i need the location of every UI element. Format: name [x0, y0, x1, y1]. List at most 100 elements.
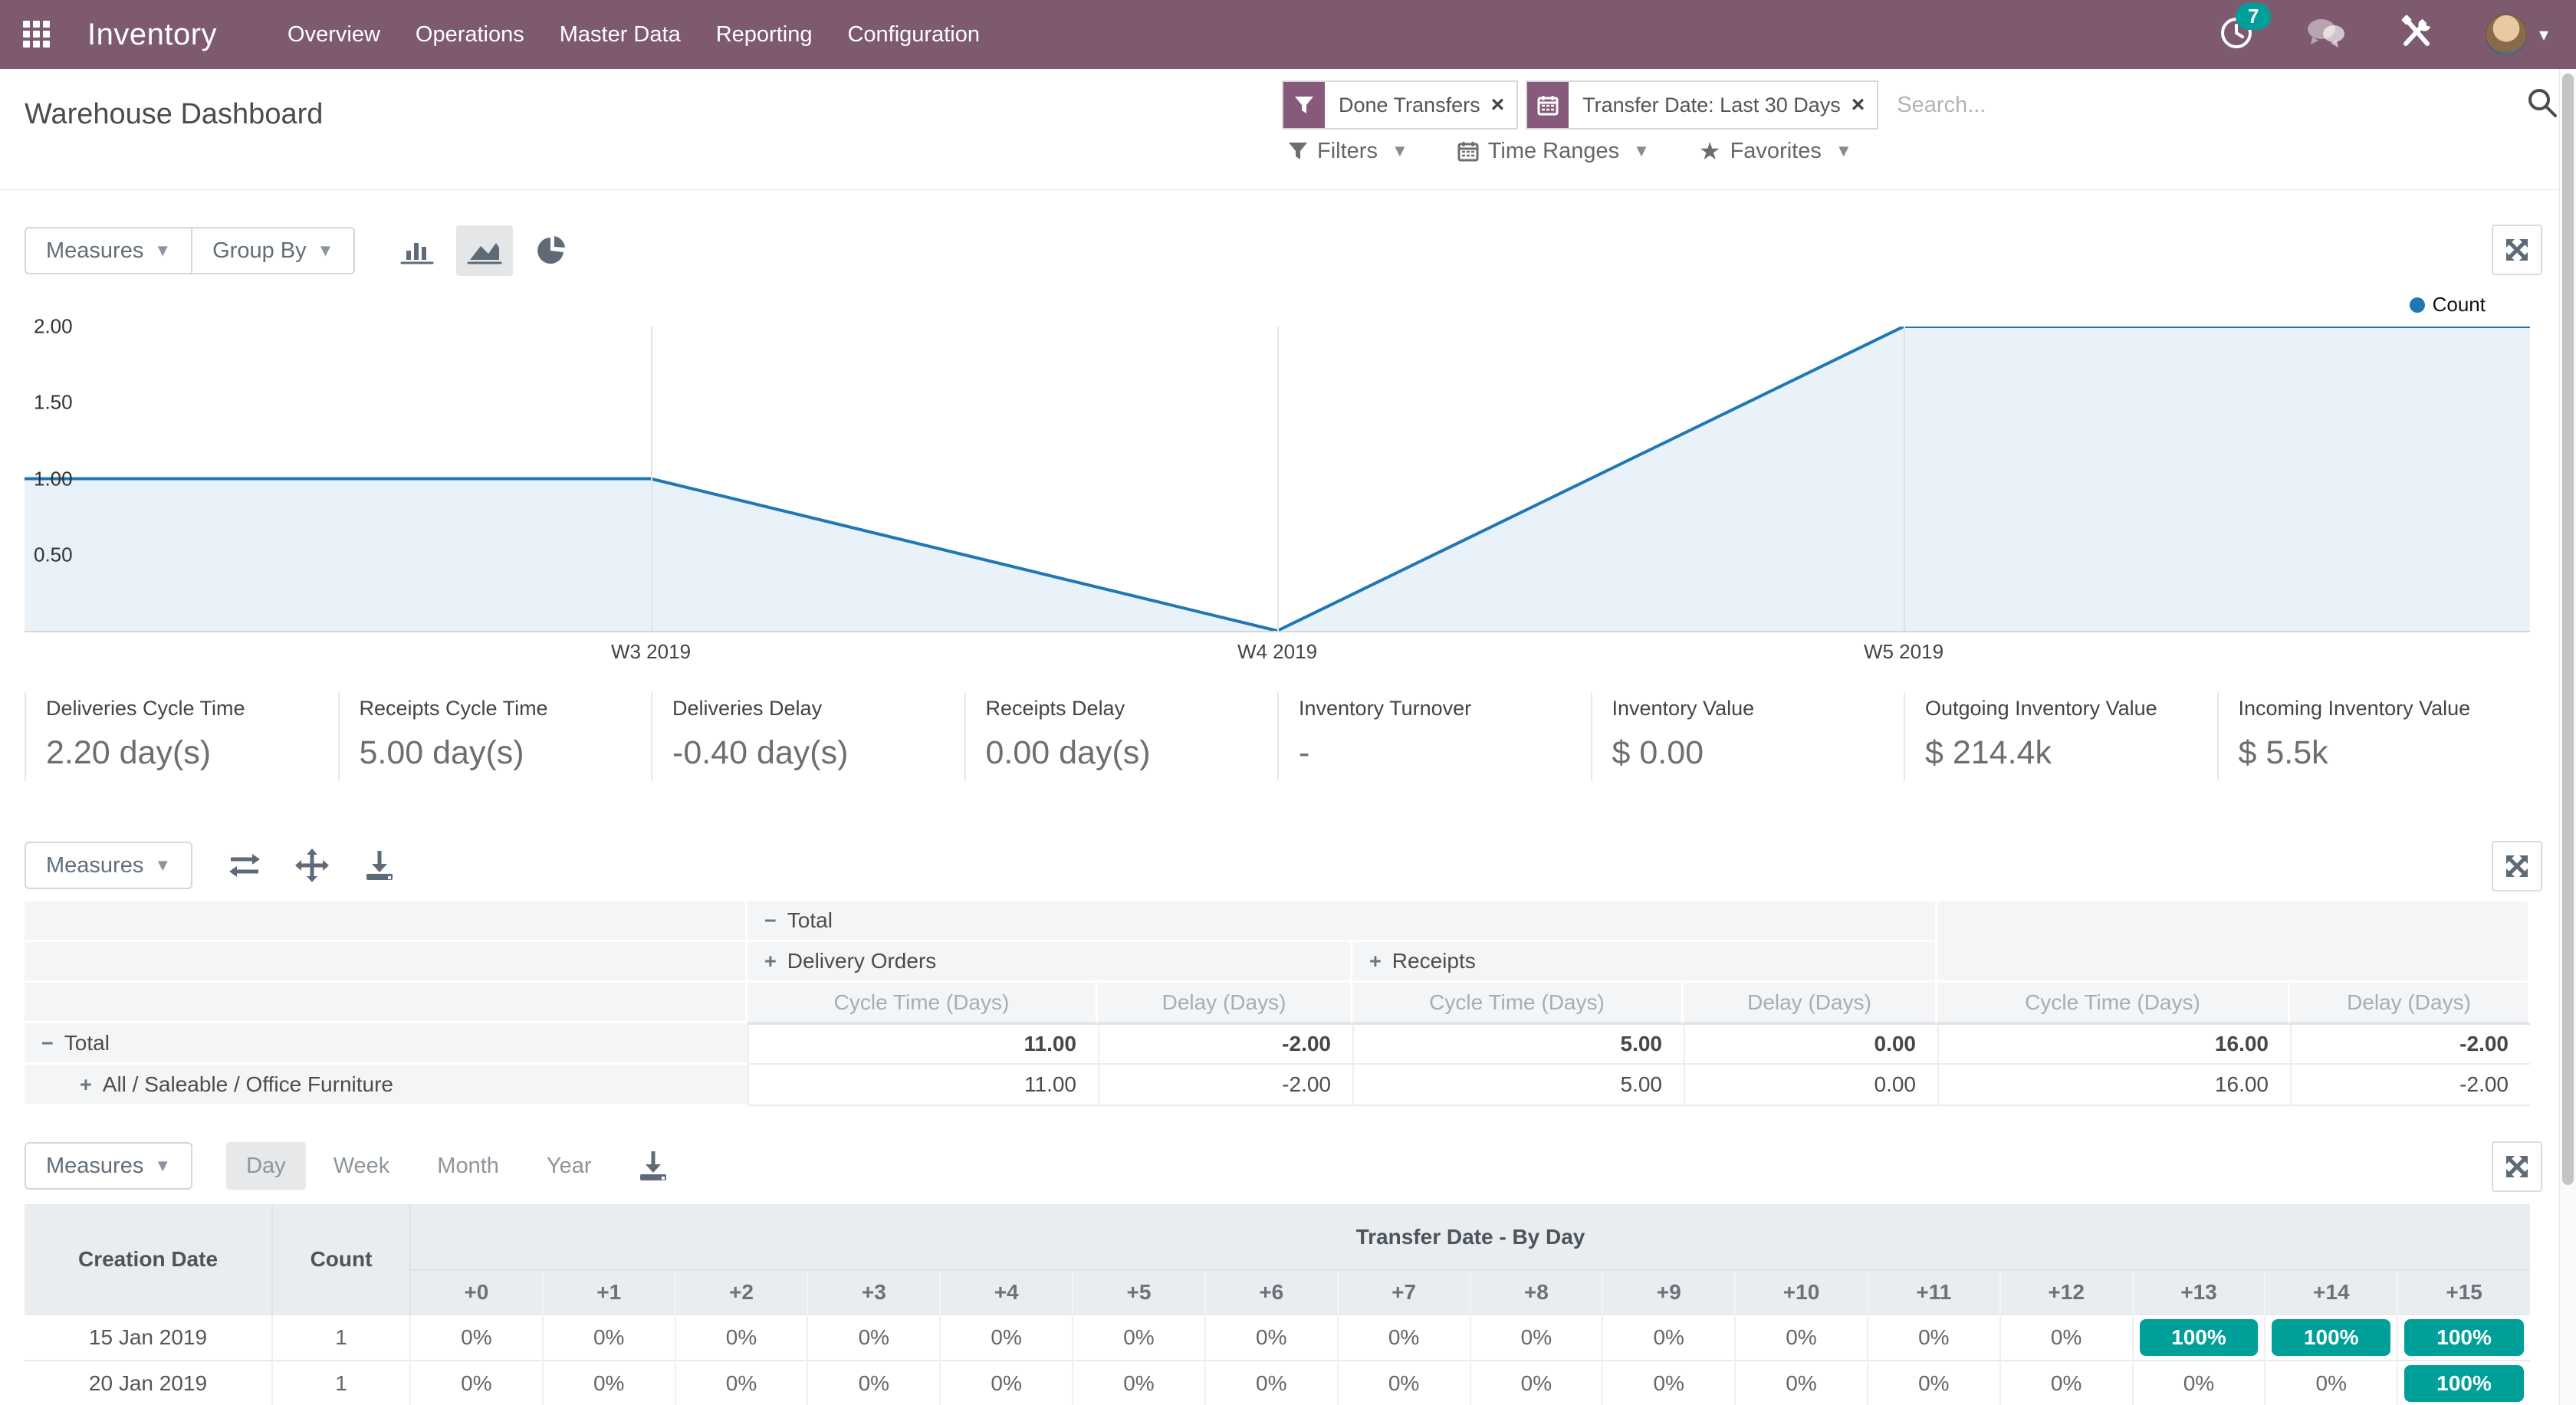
expand-icon: + [1369, 950, 1382, 973]
pivot-measure-header[interactable]: Delay (Days) [1098, 983, 1352, 1023]
pivot-measure-header[interactable]: Cycle Time (Days) [1352, 983, 1684, 1023]
pivot-measure-header[interactable]: Delay (Days) [2290, 983, 2530, 1023]
expand-icon: + [764, 950, 777, 973]
kpi-card-inventory-turnover[interactable]: Inventory Turnover - [1277, 692, 1591, 781]
pivot-table: − Total + Delivery Orders + Receipts Cycle Tim… [25, 901, 2530, 1106]
kpi-card-inventory-value[interactable]: Inventory Value $ 0.00 [1590, 692, 1904, 781]
cohort-cell: 100% [2131, 1314, 2266, 1361]
nav-item-overview[interactable]: Overview [288, 22, 380, 48]
pivot-row-label: Total [64, 1030, 110, 1055]
interval-button-week[interactable]: Week [314, 1142, 410, 1190]
nav-item-configuration[interactable]: Configuration [847, 22, 980, 48]
expand-icon [2506, 1156, 2528, 1177]
pivot-cell: -2.00 [2290, 1023, 2530, 1065]
cohort-tbody: 15 Jan 2019 1 0% 0% 0% 0% 0% 0% 0% 0% 0% 0% 0% 0% 0% 10… [25, 1314, 2530, 1405]
cohort-cell: 0% [939, 1314, 1073, 1361]
kpi-card-incoming-inventory-value[interactable]: Incoming Inventory Value $ 5.5k [2216, 692, 2531, 781]
facet-remove-icon[interactable]: × [1491, 82, 1517, 128]
cohort-cell: 100% [2397, 1360, 2530, 1405]
flip-axis-icon[interactable] [225, 845, 264, 885]
pivot-expand-button[interactable] [2492, 841, 2542, 891]
cohort-highlight-chip[interactable]: 100% [2404, 1365, 2524, 1402]
filter-dropdowns: Filters ▼ Time Ranges ▼ ★ Favorites ▼ [1288, 136, 1852, 166]
pivot-cell: 5.00 [1352, 1023, 1684, 1065]
chart-gridline [1904, 327, 1905, 631]
nav-item-master-data[interactable]: Master Data [560, 22, 681, 48]
cohort-count-cell: 1 [271, 1360, 410, 1405]
graph-expand-button[interactable] [2492, 225, 2542, 275]
nav-item-operations[interactable]: Operations [416, 22, 524, 48]
chart-legend[interactable]: Count [2409, 293, 2486, 317]
search-input[interactable] [1897, 92, 2509, 118]
pivot-header-label: Delivery Orders [787, 949, 937, 973]
filter-icon [1289, 143, 1307, 159]
pivot-row-label: All / Saleable / Office Furniture [102, 1072, 393, 1096]
interval-buttons: Day Week Month Year [226, 1142, 611, 1190]
bar-chart-icon[interactable] [389, 225, 445, 276]
y-axis-label: 1.50 [34, 390, 73, 414]
legend-label: Count [2432, 293, 2486, 316]
pie-chart-icon[interactable] [524, 225, 580, 276]
cohort-cell: 0% [1469, 1360, 1603, 1405]
cohort-offset-header: +11 [1866, 1270, 2000, 1315]
graph-toolbar: Measures ▼ Group By ▼ [25, 225, 580, 276]
activity-menu[interactable]: 7 [2219, 2, 2272, 54]
pivot-header-receipts[interactable]: + Receipts [1352, 942, 1937, 983]
kpi-card-outgoing-inventory-value[interactable]: Outgoing Inventory Value $ 214.4k [1904, 692, 2217, 781]
pivot-tbody: − Total 11.00 -2.00 5.00 0.00 16.00 -2.00 + All /… [25, 1023, 2530, 1106]
facet-remove-icon[interactable]: × [1852, 82, 1878, 128]
kpi-card-deliveries-cycle-time[interactable]: Deliveries Cycle Time 2.20 day(s) [25, 692, 338, 781]
kpi-label: Incoming Inventory Value [2238, 697, 2471, 720]
debug-tools-menu[interactable] [2398, 15, 2435, 55]
cohort-offset-header: +5 [1072, 1270, 1205, 1315]
cohort-expand-button[interactable] [2492, 1141, 2542, 1192]
tools-icon [2401, 15, 2430, 46]
area-chart[interactable]: W3 2019 W4 2019 W5 2019 2.00 1.50 1.00 0.50 [25, 315, 2530, 663]
messages-menu[interactable] [2305, 15, 2348, 54]
apps-grid-icon[interactable] [23, 21, 51, 48]
kpi-card-receipts-cycle-time[interactable]: Receipts Cycle Time 5.00 day(s) [337, 692, 652, 781]
kpi-card-receipts-delay[interactable]: Receipts Delay 0.00 day(s) [964, 692, 1278, 781]
nav-item-reporting[interactable]: Reporting [716, 22, 813, 48]
facet-label: Transfer Date: Last 30 Days [1582, 93, 1841, 117]
interval-button-day[interactable]: Day [226, 1142, 306, 1190]
cohort-highlight-chip[interactable]: 100% [2272, 1319, 2391, 1356]
control-panel: Warehouse Dashboard Done Transfers × Tra… [0, 69, 2576, 190]
cohort-measures-button[interactable]: Measures ▼ [25, 1142, 193, 1190]
interval-button-month[interactable]: Month [417, 1142, 519, 1190]
search-icon[interactable] [2525, 86, 2559, 123]
y-axis-label: 0.50 [34, 543, 73, 566]
cohort-cell: 0% [1866, 1314, 2000, 1361]
filters-dropdown[interactable]: Filters ▼ [1288, 139, 1408, 164]
area-chart-icon[interactable] [456, 225, 514, 276]
pivot-measure-header[interactable]: Cycle Time (Days) [1937, 983, 2290, 1023]
cohort-highlight-chip[interactable]: 100% [2404, 1319, 2524, 1356]
cohort-offset-header: +4 [939, 1270, 1073, 1315]
kpi-card-deliveries-delay[interactable]: Deliveries Delay -0.40 day(s) [651, 692, 964, 781]
download-icon[interactable] [633, 1146, 673, 1186]
group-by-button[interactable]: Group By ▼ [192, 227, 356, 274]
cohort-highlight-chip[interactable]: 100% [2139, 1319, 2259, 1356]
vertical-scrollbar [2559, 69, 2576, 1405]
favorites-dropdown[interactable]: ★ Favorites ▼ [1699, 136, 1852, 166]
time-ranges-dropdown[interactable]: Time Ranges ▼ [1457, 139, 1650, 164]
pivot-row-header[interactable]: + All / Saleable / Office Furniture [25, 1065, 748, 1106]
user-menu[interactable]: ▾ [2485, 14, 2548, 55]
interval-button-year[interactable]: Year [527, 1142, 612, 1190]
pivot-header-total[interactable]: − Total [748, 901, 1937, 942]
pivot-measure-header[interactable]: Delay (Days) [1684, 983, 1937, 1023]
scrollbar-thumb[interactable] [2562, 74, 2574, 1185]
app-brand[interactable]: Inventory [87, 18, 217, 52]
pivot-corner-cell [25, 983, 748, 1023]
cohort-offset-header: +9 [1602, 1270, 1736, 1315]
measures-button[interactable]: Measures ▼ [25, 227, 193, 274]
pivot-row-header[interactable]: − Total [25, 1023, 748, 1065]
expand-all-icon[interactable] [292, 845, 332, 885]
pivot-measures-button[interactable]: Measures ▼ [25, 842, 193, 889]
cohort-cell: 0% [1602, 1314, 1736, 1361]
pivot-measure-header[interactable]: Cycle Time (Days) [748, 983, 1098, 1023]
download-icon[interactable] [360, 845, 399, 885]
cohort-cell: 0% [409, 1314, 543, 1361]
pivot-header-delivery-orders[interactable]: + Delivery Orders [748, 942, 1352, 983]
chart-type-switcher [389, 225, 580, 276]
